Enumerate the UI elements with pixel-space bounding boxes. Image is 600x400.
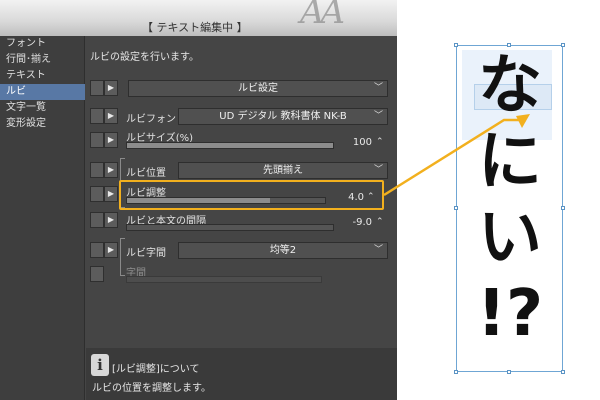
sidebar-item-line-spacing[interactable]: 行間･揃え <box>0 52 85 68</box>
ruby-spacing-value: 均等2 <box>269 245 297 256</box>
ruby-font-dropdown[interactable]: UD デジタル 教科書体 NK-B ﹀ <box>178 108 388 125</box>
ruby-size-value[interactable]: 100 <box>336 137 372 148</box>
char-spacing-slider[interactable] <box>126 276 322 283</box>
vertical-char: な <box>478 49 542 123</box>
spin-updown-icon[interactable]: ⌃ <box>376 217 384 227</box>
chevron-down-icon: ﹀ <box>373 111 383 121</box>
vertical-char: い <box>478 201 542 275</box>
group-bracket <box>120 238 125 276</box>
ruby-spacing-dropdown[interactable]: 均等2 ﹀ <box>178 242 388 259</box>
ruby-position-dropdown[interactable]: 先頭揃え ﹀ <box>178 162 388 179</box>
expand-arrow-icon[interactable]: ▶ <box>104 80 118 96</box>
resize-handle[interactable] <box>454 370 458 374</box>
ruby-setting-value: ルビ設定 <box>238 83 278 94</box>
lock-toggle-ruby-body-gap[interactable] <box>90 212 104 228</box>
ruby-size-slider[interactable] <box>126 142 334 149</box>
sidebar-item-ruby[interactable]: ルビ <box>0 84 85 100</box>
resize-handle[interactable] <box>561 43 565 47</box>
spin-updown-icon[interactable]: ⌃ <box>376 137 384 147</box>
ruby-font-label: ルビフォント <box>126 114 186 125</box>
vertical-text[interactable]: な に い !? <box>470 48 550 352</box>
resize-handle[interactable] <box>454 43 458 47</box>
sidebar-item-transform[interactable]: 変形設定 <box>0 116 85 132</box>
expand-arrow-icon[interactable]: ▶ <box>104 212 118 228</box>
chevron-down-icon: ﹀ <box>373 83 383 93</box>
expand-arrow-icon[interactable]: ▶ <box>104 108 118 124</box>
lock-toggle-ruby-position[interactable] <box>90 162 104 178</box>
settings-content: ルビの設定を行います。 ▶ ルビ設定 ﹀ ▶ ルビフォント UD デジタル 教科… <box>86 36 397 400</box>
ruby-adjust-highlight <box>119 180 384 210</box>
ruby-position-label: ルビ位置 <box>126 168 166 179</box>
ruby-body-gap-value[interactable]: -9.0 <box>336 217 372 228</box>
lock-toggle-ruby-setting[interactable] <box>90 80 104 96</box>
ruby-spacing-label: ルビ字間 <box>126 248 166 259</box>
lock-toggle-ruby-size[interactable] <box>90 132 104 148</box>
chevron-down-icon: ﹀ <box>373 245 383 255</box>
ruby-setting-dropdown[interactable]: ルビ設定 ﹀ <box>128 80 388 97</box>
lock-toggle-char-spacing[interactable] <box>90 266 104 282</box>
info-icon: i <box>91 354 109 376</box>
vertical-char: !? <box>476 277 544 351</box>
resize-handle[interactable] <box>561 206 565 210</box>
help-title: [ルビ調整]について <box>112 364 200 375</box>
ruby-font-value: UD デジタル 教科書体 NK-B <box>219 111 347 122</box>
ruby-size-slider-fill <box>127 143 333 148</box>
expand-arrow-icon[interactable]: ▶ <box>104 132 118 148</box>
panel-description: ルビの設定を行います。 <box>90 52 199 63</box>
expand-arrow-icon[interactable]: ▶ <box>104 242 118 258</box>
category-sidebar: フォント 行間･揃え テキスト ルビ 文字一覧 変形設定 <box>0 36 85 400</box>
resize-handle[interactable] <box>507 370 511 374</box>
expand-arrow-icon[interactable]: ▶ <box>104 162 118 178</box>
expand-arrow-icon[interactable]: ▶ <box>104 186 118 202</box>
resize-handle[interactable] <box>561 370 565 374</box>
help-body: ルビの位置を調整します。 <box>92 383 211 394</box>
banner-decoration: AA <box>300 0 345 32</box>
lock-toggle-ruby-adjust[interactable] <box>90 186 104 202</box>
sidebar-item-char-list[interactable]: 文字一覧 <box>0 100 85 116</box>
sidebar-item-font[interactable]: フォント <box>0 36 85 52</box>
resize-handle[interactable] <box>454 206 458 210</box>
editing-banner: AA 【 テキスト編集中 】 <box>0 0 397 36</box>
lock-toggle-ruby-font[interactable] <box>90 108 104 124</box>
vertical-char: に <box>478 125 542 199</box>
ruby-body-gap-slider[interactable] <box>126 224 334 231</box>
lock-toggle-ruby-spacing[interactable] <box>90 242 104 258</box>
help-box: i [ルビ調整]について ルビの位置を調整します。 <box>86 348 397 400</box>
sidebar-item-text[interactable]: テキスト <box>0 68 85 84</box>
resize-handle[interactable] <box>507 43 511 47</box>
chevron-down-icon: ﹀ <box>373 165 383 175</box>
ruby-position-value: 先頭揃え <box>263 165 303 176</box>
banner-title: 【 テキスト編集中 】 <box>142 21 248 34</box>
